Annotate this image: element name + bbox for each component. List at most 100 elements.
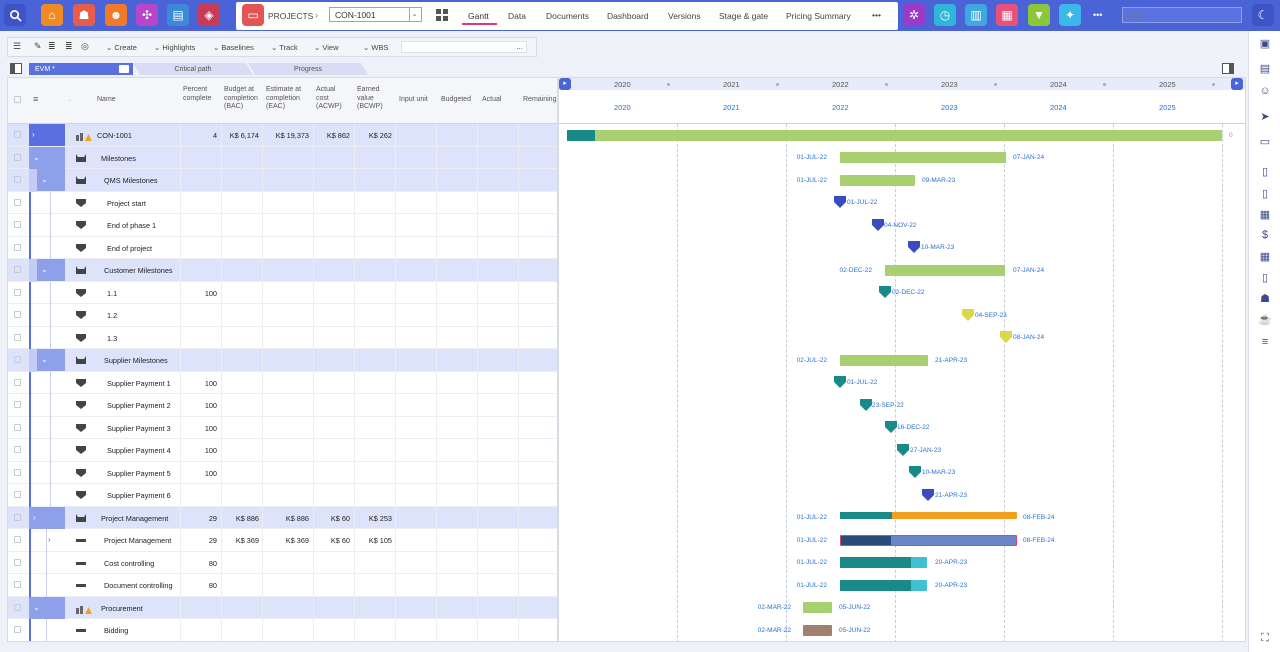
cell-percent[interactable]: 29 <box>180 536 217 545</box>
expand-toggle[interactable]: › <box>48 535 51 544</box>
outdent-icon[interactable]: ≣ <box>65 41 73 52</box>
row-checkbox[interactable] <box>14 581 21 588</box>
row-checkbox[interactable] <box>14 491 21 498</box>
col-actual[interactable]: Actual <box>482 96 501 105</box>
tab-pricing-summary[interactable]: Pricing Summary <box>786 11 851 21</box>
table-row[interactable]: Bidding <box>8 619 557 641</box>
table-row[interactable]: ⌄ Supplier Milestones <box>8 349 557 372</box>
cell-acwp[interactable]: K$ 60 <box>313 536 350 545</box>
table-row[interactable]: Project start <box>8 191 557 214</box>
tab-dashboard[interactable]: Dashboard <box>607 11 649 21</box>
table-row[interactable]: ⌄ Customer Milestones <box>8 259 557 282</box>
select-all-checkbox[interactable] <box>14 96 21 103</box>
tab-stage-gate[interactable]: Stage & gate <box>719 11 768 21</box>
send-icon[interactable]: ➤ <box>1258 109 1272 123</box>
table-row[interactable]: › CON-1001 4 K$ 6,174 K$ 19,373 K$ 862 K$ 262 <box>8 124 557 147</box>
row-checkbox[interactable] <box>14 266 21 273</box>
cell-name[interactable]: Customer Milestones <box>104 266 173 275</box>
row-checkbox[interactable] <box>14 176 21 183</box>
table-row[interactable]: End of project <box>8 236 557 259</box>
summary-bar[interactable] <box>840 512 1017 519</box>
cell-name[interactable]: Cost controlling <box>104 559 154 568</box>
table-row[interactable]: Supplier Payment 6 <box>8 484 557 507</box>
calendar-icon[interactable]: ▦ <box>1258 207 1272 221</box>
cell-name[interactable]: 1.1 <box>107 289 117 298</box>
col-name[interactable]: Name <box>97 96 116 105</box>
row-checkbox[interactable] <box>14 446 21 453</box>
cell-name[interactable]: Supplier Payment 2 <box>107 401 171 410</box>
row-checkbox[interactable] <box>14 513 21 521</box>
cell-eac[interactable]: K$ 369 <box>262 536 309 545</box>
summary-bar[interactable] <box>840 354 928 366</box>
milestone-marker[interactable] <box>922 488 934 501</box>
collapse-left-icon[interactable] <box>10 63 22 74</box>
search-icon[interactable] <box>4 4 26 26</box>
coffee-icon[interactable]: ☕ <box>1258 312 1272 326</box>
highlights-menu[interactable]: ⌄ Highlights <box>154 43 195 52</box>
create-menu[interactable]: ⌄ Create <box>106 43 137 52</box>
tab-progress[interactable]: Progress <box>248 63 368 75</box>
indent-icon[interactable]: ≣ <box>48 41 56 52</box>
more-tabs-icon[interactable]: ••• <box>872 10 881 20</box>
network-icon[interactable]: ✣ <box>136 4 158 26</box>
tab-versions[interactable]: Versions <box>668 11 701 21</box>
cell-name[interactable]: Project Management <box>101 514 168 523</box>
filter-list-icon[interactable]: ≡ <box>1258 335 1272 349</box>
row-checkbox[interactable] <box>14 558 21 566</box>
row-checkbox[interactable] <box>14 288 21 296</box>
map-icon[interactable]: ▥ <box>965 4 987 26</box>
table-row[interactable]: Document controlling 80 <box>8 574 557 597</box>
table-row[interactable]: 1.3 <box>8 326 557 349</box>
expand-toggle[interactable]: ⌄ <box>29 146 65 169</box>
more-apps-icon[interactable]: ••• <box>1093 10 1102 20</box>
cell-percent[interactable]: 80 <box>180 559 217 568</box>
cell-name[interactable]: Supplier Payment 6 <box>107 491 171 500</box>
table-row[interactable]: Supplier Payment 1 100 <box>8 371 557 394</box>
cell-name[interactable]: Supplier Payment 4 <box>107 446 171 455</box>
table-row[interactable]: ⌄ Milestones <box>8 146 557 169</box>
milestone-marker[interactable] <box>909 466 921 478</box>
milestone-marker[interactable] <box>962 308 974 321</box>
cell-name[interactable]: End of project <box>107 244 152 253</box>
task-bar[interactable] <box>840 557 927 568</box>
table-row[interactable]: 1.1 100 <box>8 281 557 304</box>
filter-input[interactable] <box>1122 7 1242 23</box>
row-checkbox[interactable] <box>14 153 21 161</box>
tab-critical-path[interactable]: Critical path <box>133 63 253 75</box>
tab-data[interactable]: Data <box>508 11 526 21</box>
lightbulb-icon[interactable]: ✦ <box>1059 4 1081 26</box>
cell-name[interactable]: Bidding <box>104 626 128 635</box>
cell-percent[interactable]: 100 <box>180 401 217 410</box>
cell-bac[interactable]: K$ 6,174 <box>221 131 259 140</box>
expand-toggle[interactable]: › <box>29 124 65 146</box>
dark-mode-icon[interactable]: ☾ <box>1252 4 1274 26</box>
wbs-menu[interactable]: ⌄ WBS <box>363 43 388 52</box>
row-checkbox[interactable] <box>14 198 21 206</box>
summary-bar[interactable] <box>803 602 832 613</box>
cell-percent[interactable]: 100 <box>180 424 217 433</box>
cell-name[interactable]: Project Management <box>104 536 171 545</box>
expand-toggle[interactable]: ⌄ <box>29 596 65 619</box>
tab-documents[interactable]: Documents <box>546 11 589 21</box>
hierarchy-icon[interactable]: ▼ <box>1028 4 1050 26</box>
milestone-marker[interactable] <box>885 421 897 433</box>
cell-name[interactable]: Supplier Milestones <box>104 356 168 365</box>
track-menu[interactable]: ⌄ Track <box>271 43 298 52</box>
milestone-marker[interactable] <box>834 376 846 388</box>
milestone-marker[interactable] <box>897 443 909 456</box>
cell-bac[interactable]: K$ 886 <box>221 514 259 523</box>
baselines-menu[interactable]: ⌄ Baselines <box>213 43 254 52</box>
task-bar[interactable] <box>840 534 1017 546</box>
project-select[interactable]: CON-1001 ⌄ <box>329 7 422 22</box>
cell-acwp[interactable]: K$ 60 <box>313 514 350 523</box>
team-icon[interactable]: ☻ <box>105 4 127 26</box>
dollar-icon[interactable]: $ <box>1258 228 1272 242</box>
fullscreen-icon[interactable]: ⛶ <box>1258 631 1272 645</box>
cell-name[interactable]: 1.3 <box>107 334 117 343</box>
row-checkbox[interactable] <box>14 333 21 341</box>
milestone-marker[interactable] <box>1000 331 1012 343</box>
col-bac[interactable]: Budget at completion (BAC) <box>224 86 264 112</box>
comment-icon[interactable]: ▭ <box>1258 134 1272 148</box>
summary-bar[interactable] <box>885 264 1005 276</box>
cell-name[interactable]: Project start <box>107 199 146 208</box>
